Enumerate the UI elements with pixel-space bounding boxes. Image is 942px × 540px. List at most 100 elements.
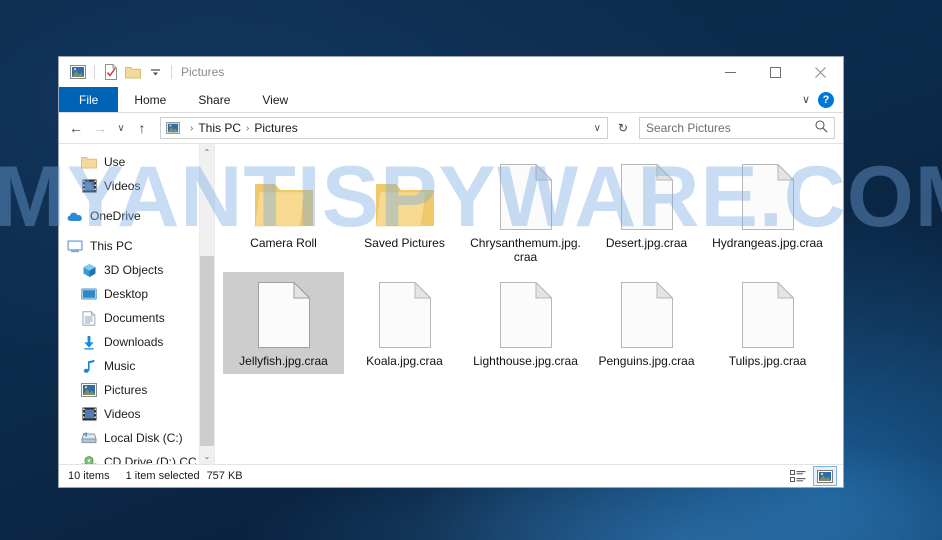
large-icons-view-icon[interactable] [813, 466, 837, 486]
tab-home[interactable]: Home [118, 87, 182, 112]
file-name-label: Penguins.jpg.craa [598, 354, 695, 368]
breadcrumb[interactable]: › This PC › Pictures ∨ [160, 117, 608, 139]
ribbon-tab-strip: File Home Share View ∨ ? [59, 87, 843, 113]
back-button[interactable]: ← [65, 117, 87, 139]
new-folder-icon[interactable] [122, 61, 144, 83]
breadcrumb-dropdown-icon[interactable]: ∨ [594, 123, 603, 134]
window-body: Use Videos OneDrive This PC 3D Objects D… [59, 143, 843, 464]
file-name-label: Lighthouse.jpg.craa [473, 354, 578, 368]
localdisk-icon [81, 430, 97, 446]
sidebar-item-downloads[interactable]: Downloads [59, 330, 199, 354]
breadcrumb-separator-1[interactable]: › [188, 123, 195, 134]
file-item-lighthouse[interactable]: Lighthouse.jpg.craa [465, 272, 586, 374]
search-icon[interactable] [815, 120, 828, 136]
breadcrumb-pictures[interactable]: Pictures [251, 121, 300, 135]
help-icon[interactable]: ? [818, 91, 834, 108]
sidebar-item-videos-quick[interactable]: Videos [59, 174, 199, 198]
generic-file-icon [737, 158, 799, 230]
sidebar-item-label: Documents [104, 311, 165, 325]
generic-file-icon [374, 276, 436, 348]
file-item-saved-pictures[interactable]: Saved Pictures [344, 154, 465, 270]
tab-file[interactable]: File [59, 87, 119, 112]
minimize-button[interactable] [708, 57, 753, 87]
file-item-tulips[interactable]: Tulips.jpg.craa [707, 272, 828, 374]
search-input[interactable] [646, 121, 815, 135]
sidebar-item-local-disk-c[interactable]: Local Disk (C:) [59, 426, 199, 450]
maximize-button[interactable] [753, 57, 798, 87]
pictures-icon [81, 382, 97, 398]
properties-icon[interactable] [100, 61, 122, 83]
scroll-up-arrow-icon[interactable]: ⌃ [200, 144, 215, 160]
tab-view[interactable]: View [246, 87, 304, 112]
sidebar-item-pictures[interactable]: Pictures [59, 378, 199, 402]
qat-divider-2 [171, 65, 172, 79]
cddrive-icon [81, 454, 97, 464]
forward-button[interactable]: → [89, 117, 111, 139]
file-item-hydrangeas[interactable]: Hydrangeas.jpg.craa [707, 154, 828, 270]
file-item-chrysanthemum[interactable]: Chrysanthemum.jpg.craa [465, 154, 586, 270]
search-box[interactable] [639, 117, 835, 139]
generic-file-icon [616, 276, 678, 348]
thispc-icon [67, 238, 83, 254]
generic-file-icon [495, 276, 557, 348]
sidebar-item-use[interactable]: Use [59, 150, 199, 174]
file-item-desert[interactable]: Desert.jpg.craa [586, 154, 707, 270]
documents-icon [81, 310, 97, 326]
navigation-pane: Use Videos OneDrive This PC 3D Objects D… [59, 144, 199, 464]
up-button[interactable]: ↑ [131, 117, 153, 139]
selection-label: 1 item selected [125, 470, 200, 482]
sidebar-item-label: Downloads [104, 335, 164, 349]
item-count-label: 10 items [68, 470, 110, 482]
file-item-koala[interactable]: Koala.jpg.craa [344, 272, 465, 374]
scroll-down-arrow-icon[interactable]: ⌄ [200, 448, 215, 464]
sidebar-item-music[interactable]: Music [59, 354, 199, 378]
refresh-button[interactable]: ↻ [613, 117, 633, 139]
customize-qat-icon[interactable] [144, 61, 166, 83]
navigation-scrollbar[interactable]: ⌃ ⌄ [199, 144, 215, 464]
file-list-view[interactable]: Camera Roll Saved Pictures Chrysanthemum… [214, 144, 843, 464]
tab-share[interactable]: Share [182, 87, 246, 112]
chevron-down-icon[interactable]: ∨ [802, 93, 810, 106]
breadcrumb-separator-2[interactable]: › [244, 123, 251, 134]
sidebar-item-label: Videos [104, 179, 141, 193]
address-bar: ← → ∨ ↑ › This PC › Pictures ∨ ↻ Search … [59, 113, 843, 143]
sidebar-item-desktop[interactable]: Desktop [59, 282, 199, 306]
view-toggle-group [786, 466, 837, 486]
scrollbar-track[interactable] [199, 160, 215, 448]
sidebar-item-label: Videos [104, 407, 141, 421]
file-name-label: Hydrangeas.jpg.craa [712, 236, 823, 250]
sidebar-item-documents[interactable]: Documents [59, 306, 199, 330]
title-bar: Pictures [59, 57, 843, 87]
sidebar-item-3d-objects[interactable]: 3D Objects [59, 258, 199, 282]
pictures-icon[interactable] [67, 61, 89, 83]
file-grid: Camera Roll Saved Pictures Chrysanthemum… [223, 154, 843, 376]
file-item-camera-roll[interactable]: Camera Roll [223, 154, 344, 270]
onedrive-icon [67, 208, 83, 224]
sidebar-item-label: Local Disk (C:) [104, 431, 183, 445]
file-item-jellyfish[interactable]: Jellyfish.jpg.craa [223, 272, 344, 374]
sidebar-item-cd-drive-d[interactable]: CD Drive (D:) CC [59, 450, 199, 464]
sidebar-item-label: Pictures [104, 383, 148, 397]
scrollbar-thumb[interactable] [199, 256, 215, 446]
sidebar-item-videos[interactable]: Videos [59, 402, 199, 426]
desktop-background: MYANTISPYWARE.COM Pictures File Home Sha… [0, 0, 942, 540]
generic-file-icon [616, 158, 678, 230]
window-controls [708, 57, 843, 87]
file-name-label: Desert.jpg.craa [605, 236, 688, 250]
status-bar: 10 items 1 item selected 757 KB [59, 464, 843, 487]
close-button[interactable] [798, 57, 843, 87]
sidebar-item-onedrive[interactable]: OneDrive [59, 204, 199, 228]
file-name-label: Chrysanthemum.jpg.craa [470, 236, 581, 264]
videos-icon [81, 406, 97, 422]
quick-access-toolbar [67, 61, 177, 83]
recent-locations-button[interactable]: ∨ [113, 117, 129, 139]
file-item-penguins[interactable]: Penguins.jpg.craa [586, 272, 707, 374]
file-explorer-window: Pictures File Home Share View ∨ ? ← → ∨ … [58, 56, 844, 488]
breadcrumb-this-pc[interactable]: This PC [195, 121, 244, 135]
folder-icon [81, 154, 97, 170]
sidebar-item-label: Desktop [104, 287, 149, 301]
sidebar-item-this-pc[interactable]: This PC [59, 234, 199, 258]
details-view-icon[interactable] [786, 466, 810, 486]
sidebar-item-label: OneDrive [90, 209, 141, 223]
generic-file-icon [253, 276, 315, 348]
